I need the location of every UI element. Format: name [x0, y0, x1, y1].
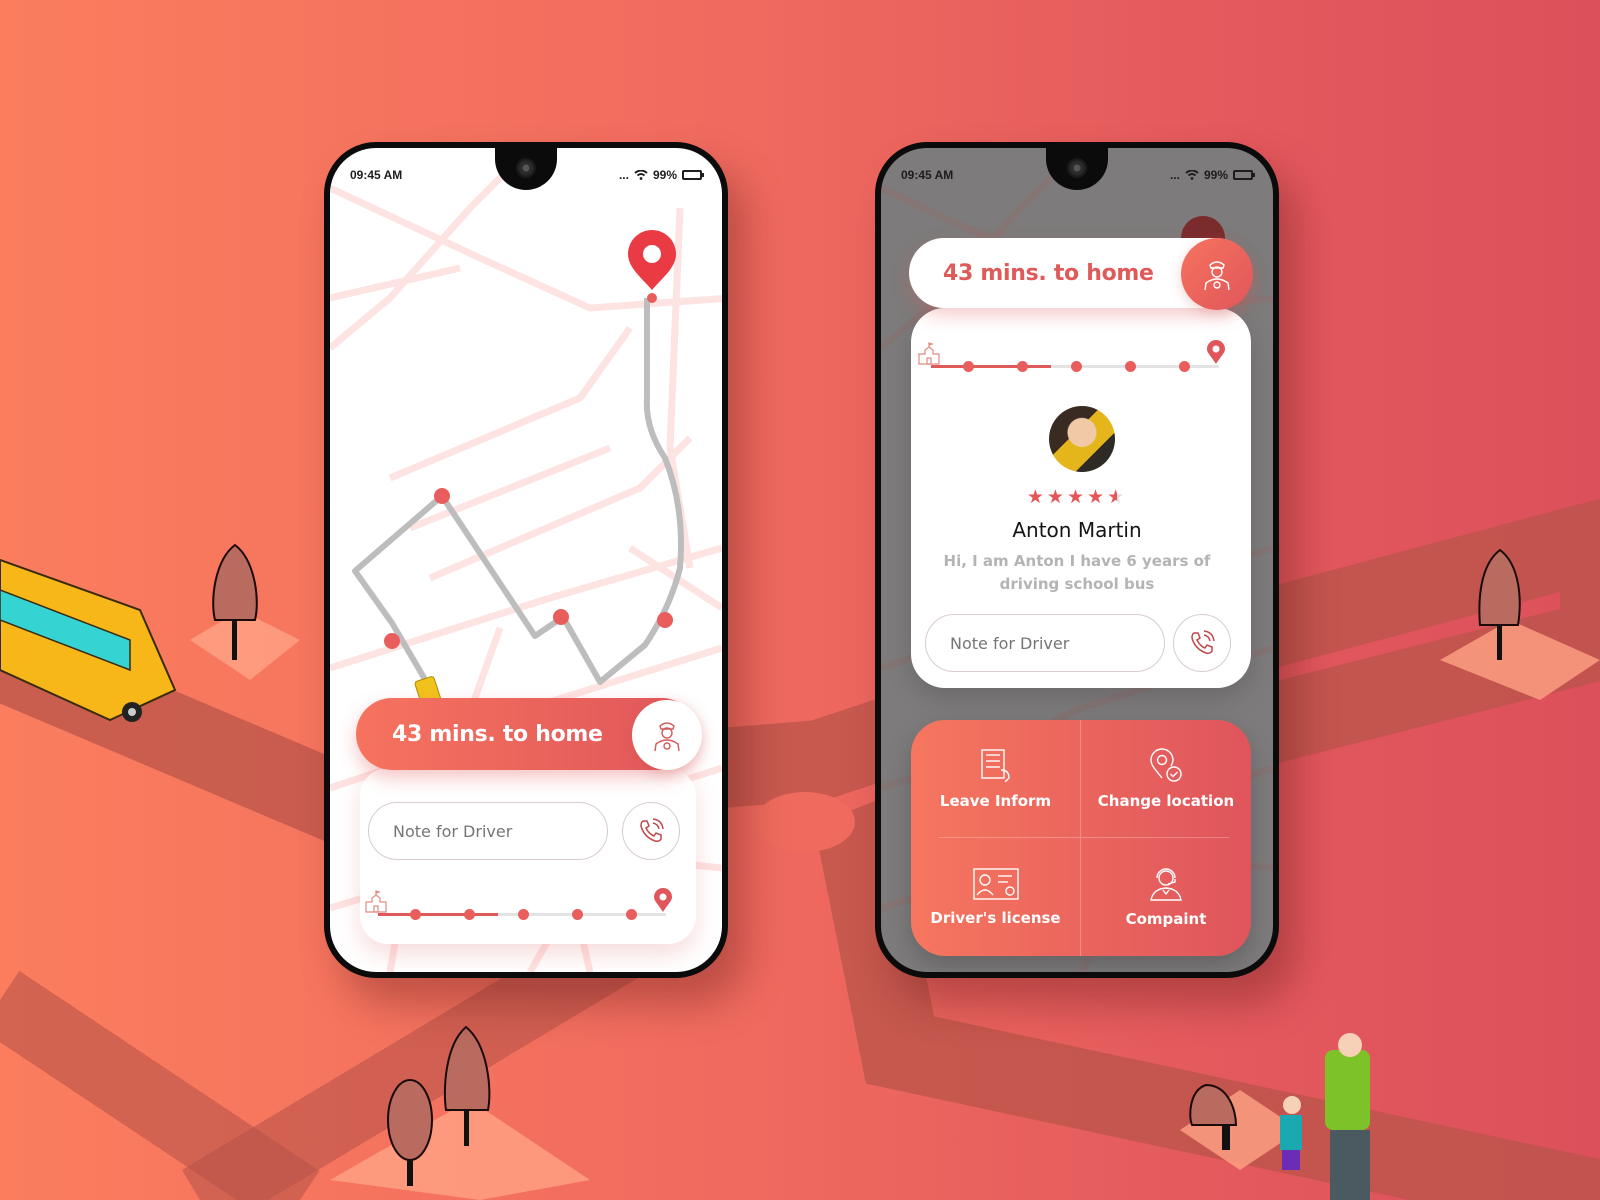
driver-icon [654, 722, 680, 752]
star-icon: ★ [1046, 486, 1067, 508]
phone-map-view: 09:45 AM ... 99% 43 mins. to home Note f… [324, 142, 728, 978]
note-for-driver-input[interactable] [925, 614, 1165, 672]
school-icon [918, 342, 940, 365]
wifi-icon [1185, 170, 1199, 180]
illustration-background [0, 0, 1600, 1200]
progress-stop [963, 361, 974, 372]
route-stop[interactable] [553, 609, 569, 625]
eta-text: 43 mins. to home [392, 721, 603, 747]
phone-call-icon [1191, 630, 1215, 654]
driver-icon [1204, 261, 1230, 291]
support-agent-icon [1150, 868, 1182, 901]
menu-label: Change location [1097, 792, 1235, 810]
battery-icon [682, 170, 704, 180]
note-for-driver-input[interactable] [368, 802, 608, 860]
progress-stop [572, 909, 583, 920]
progress-fill [931, 365, 1051, 368]
eta-banner[interactable]: 43 mins. to home [909, 238, 1253, 310]
menu-item-change-location[interactable]: Change location [1081, 720, 1251, 838]
route-stop[interactable] [657, 612, 673, 628]
menu-item-drivers-license[interactable]: Driver's license [911, 838, 1081, 956]
driver-name: Anton Martin [1012, 518, 1142, 542]
battery-percent: 99% [1203, 168, 1228, 182]
phone-call-icon [640, 818, 664, 842]
status-time: 09:45 AM [901, 168, 954, 182]
half-star-icon: ★ [1107, 486, 1128, 508]
progress-stop [410, 909, 421, 920]
driver-bio: Hi, I am Anton I have 6 years of driving… [943, 552, 1211, 593]
route-stop[interactable] [384, 633, 400, 649]
signal-dots-icon: ... [1169, 168, 1180, 182]
action-menu: Leave Inform Change location Driver's li… [911, 720, 1251, 956]
route-stop[interactable] [434, 488, 450, 504]
phone-screen: 09:45 AM ... 99% 43 mins. to home ★★★★★ … [881, 148, 1273, 972]
roundabout [755, 792, 855, 852]
status-time: 09:45 AM [350, 168, 403, 182]
star-icon: ★ [1087, 486, 1108, 508]
battery-icon [1233, 170, 1255, 180]
star-icon: ★ [1066, 486, 1088, 508]
school-icon [365, 890, 387, 913]
parent-child-illustration [1180, 1033, 1370, 1200]
route-progress-bar [365, 886, 672, 920]
progress-stop [518, 909, 529, 920]
eta-banner[interactable]: 43 mins. to home [356, 698, 702, 770]
star-icon: ★ [1026, 486, 1047, 508]
home-pin-icon [1207, 340, 1225, 364]
camera-icon [516, 158, 536, 178]
document-hand-icon [980, 749, 1010, 783]
progress-stop [1125, 361, 1136, 372]
call-driver-button[interactable] [1173, 614, 1231, 672]
progress-stop [626, 909, 637, 920]
progress-stop [1071, 361, 1082, 372]
id-card-icon [972, 868, 1019, 900]
call-driver-button[interactable] [622, 802, 680, 860]
home-pin-icon [654, 888, 672, 912]
menu-label: Driver's license [930, 909, 1061, 927]
signal-dots-icon: ... [618, 168, 629, 182]
route-stop[interactable] [647, 293, 657, 303]
driver-rating: ★★★★★ [881, 486, 1273, 508]
progress-stop [464, 909, 475, 920]
isometric-scene [0, 498, 1600, 1200]
progress-stop [1017, 361, 1028, 372]
menu-item-complaint[interactable]: Compaint [1081, 838, 1251, 956]
driver-button[interactable] [1181, 238, 1253, 310]
menu-label: Leave Inform [939, 792, 1052, 810]
battery-percent: 99% [652, 168, 677, 182]
phone-driver-view: 09:45 AM ... 99% 43 mins. to home ★★★★★ … [875, 142, 1279, 978]
location-check-icon [1150, 748, 1182, 782]
destination-pin-icon[interactable] [628, 230, 676, 290]
menu-label: Compaint [1125, 910, 1207, 928]
menu-item-leave-inform[interactable]: Leave Inform [911, 720, 1081, 838]
eta-text: 43 mins. to home [943, 260, 1154, 286]
tree-illustration [190, 543, 300, 680]
driver-button[interactable] [632, 700, 702, 770]
phone-screen: 09:45 AM ... 99% 43 mins. to home Note f… [330, 148, 722, 972]
camera-icon [1067, 158, 1087, 178]
driver-avatar[interactable] [1049, 406, 1115, 472]
wifi-icon [634, 170, 648, 180]
progress-stop [1179, 361, 1190, 372]
route-progress-bar [918, 338, 1225, 372]
progress-fill [378, 913, 498, 916]
